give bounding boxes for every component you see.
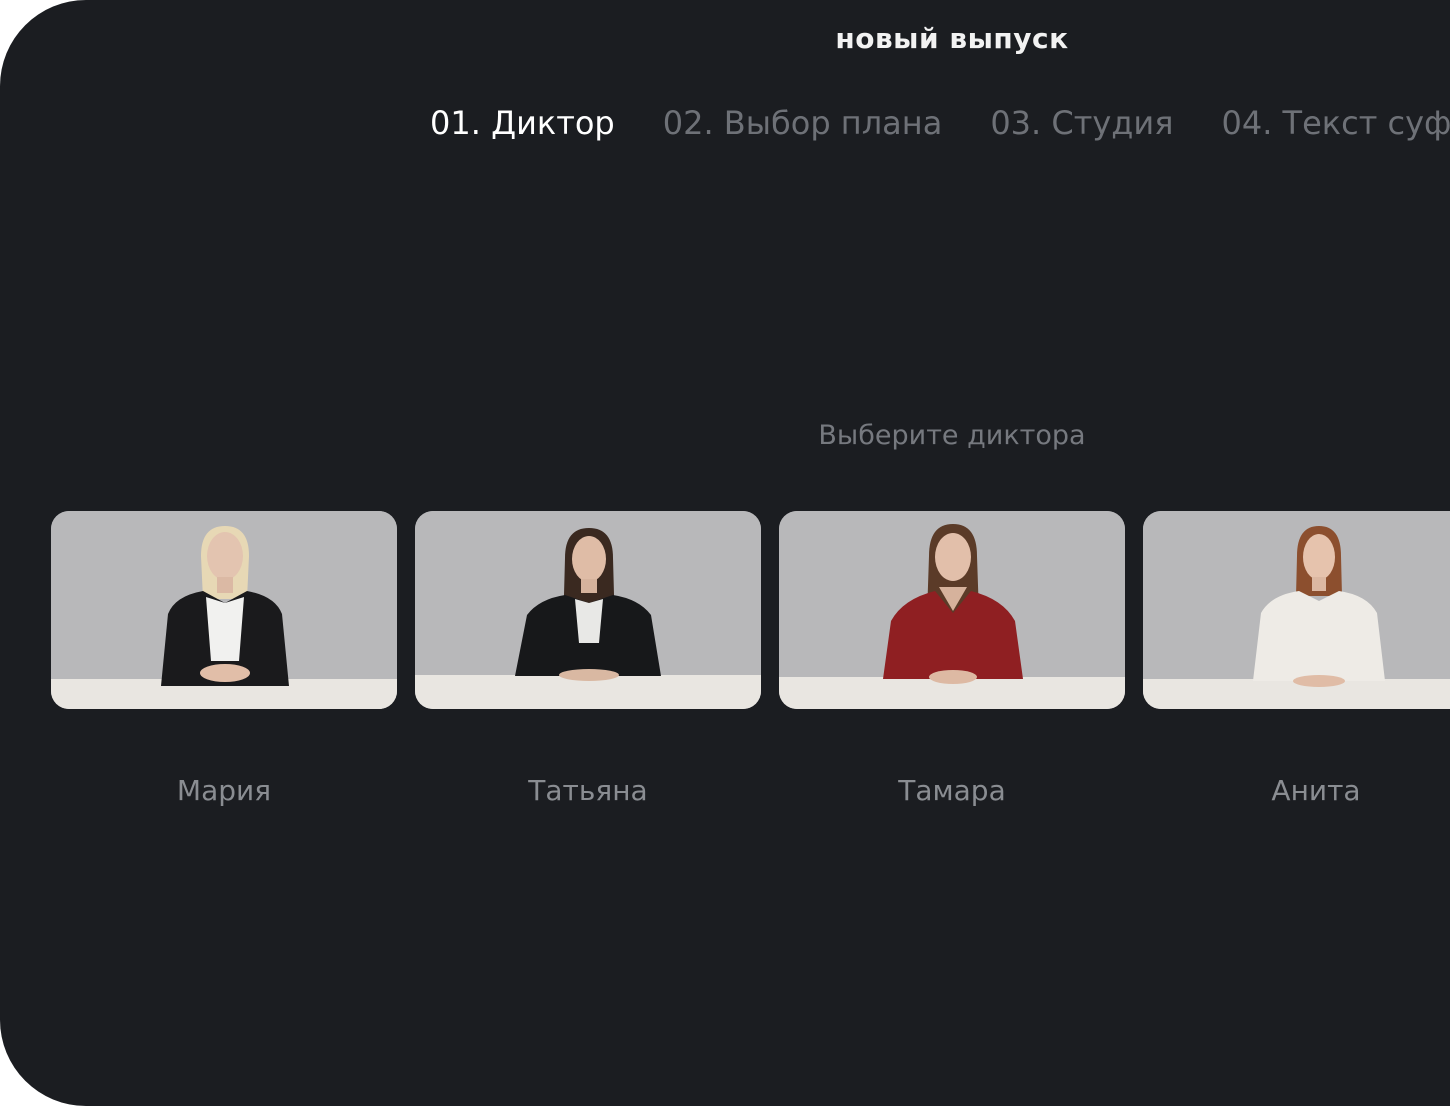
face	[1303, 534, 1335, 580]
announcer-card-tatiana[interactable]	[415, 511, 761, 709]
tab-announcer[interactable]: 01. Диктор	[430, 104, 615, 142]
hands	[200, 664, 250, 682]
tab-teleprompter-text[interactable]: 04. Текст суфлёр	[1221, 104, 1450, 142]
announcer-name: Тамара	[898, 774, 1006, 807]
announcer-photo	[779, 511, 1125, 709]
face	[935, 533, 971, 581]
face	[572, 536, 606, 582]
neck	[217, 577, 233, 593]
shirt	[206, 597, 244, 661]
page-title: новый выпуск	[835, 22, 1069, 55]
announcer-photo	[51, 511, 397, 709]
announcer-photo	[1143, 511, 1450, 709]
announcer-name: Татьяна	[528, 774, 648, 807]
step-tabs: 01. Диктор 02. Выбор плана 03. Студия 04…	[430, 104, 1450, 142]
hands	[559, 669, 619, 681]
tab-studio[interactable]: 03. Студия	[990, 104, 1173, 142]
announcer-card-anita[interactable]	[1143, 511, 1450, 709]
announcer-photo	[415, 511, 761, 709]
tab-shot-choice[interactable]: 02. Выбор плана	[663, 104, 943, 142]
hands	[929, 670, 977, 684]
shirt	[1253, 591, 1385, 681]
shirt	[575, 599, 603, 643]
announcer-card-tamara[interactable]	[779, 511, 1125, 709]
announcer-name: Мария	[176, 774, 272, 807]
app-screen: новый выпуск 01. Диктор 02. Выбор плана …	[0, 0, 1450, 1106]
announcer-card-maria[interactable]	[51, 511, 397, 709]
section-prompt: Выберите диктора	[818, 420, 1086, 451]
neck	[581, 579, 597, 593]
announcer-name: Анита	[1271, 774, 1361, 807]
neck	[1312, 577, 1326, 591]
face	[207, 532, 243, 580]
hands	[1293, 675, 1345, 687]
